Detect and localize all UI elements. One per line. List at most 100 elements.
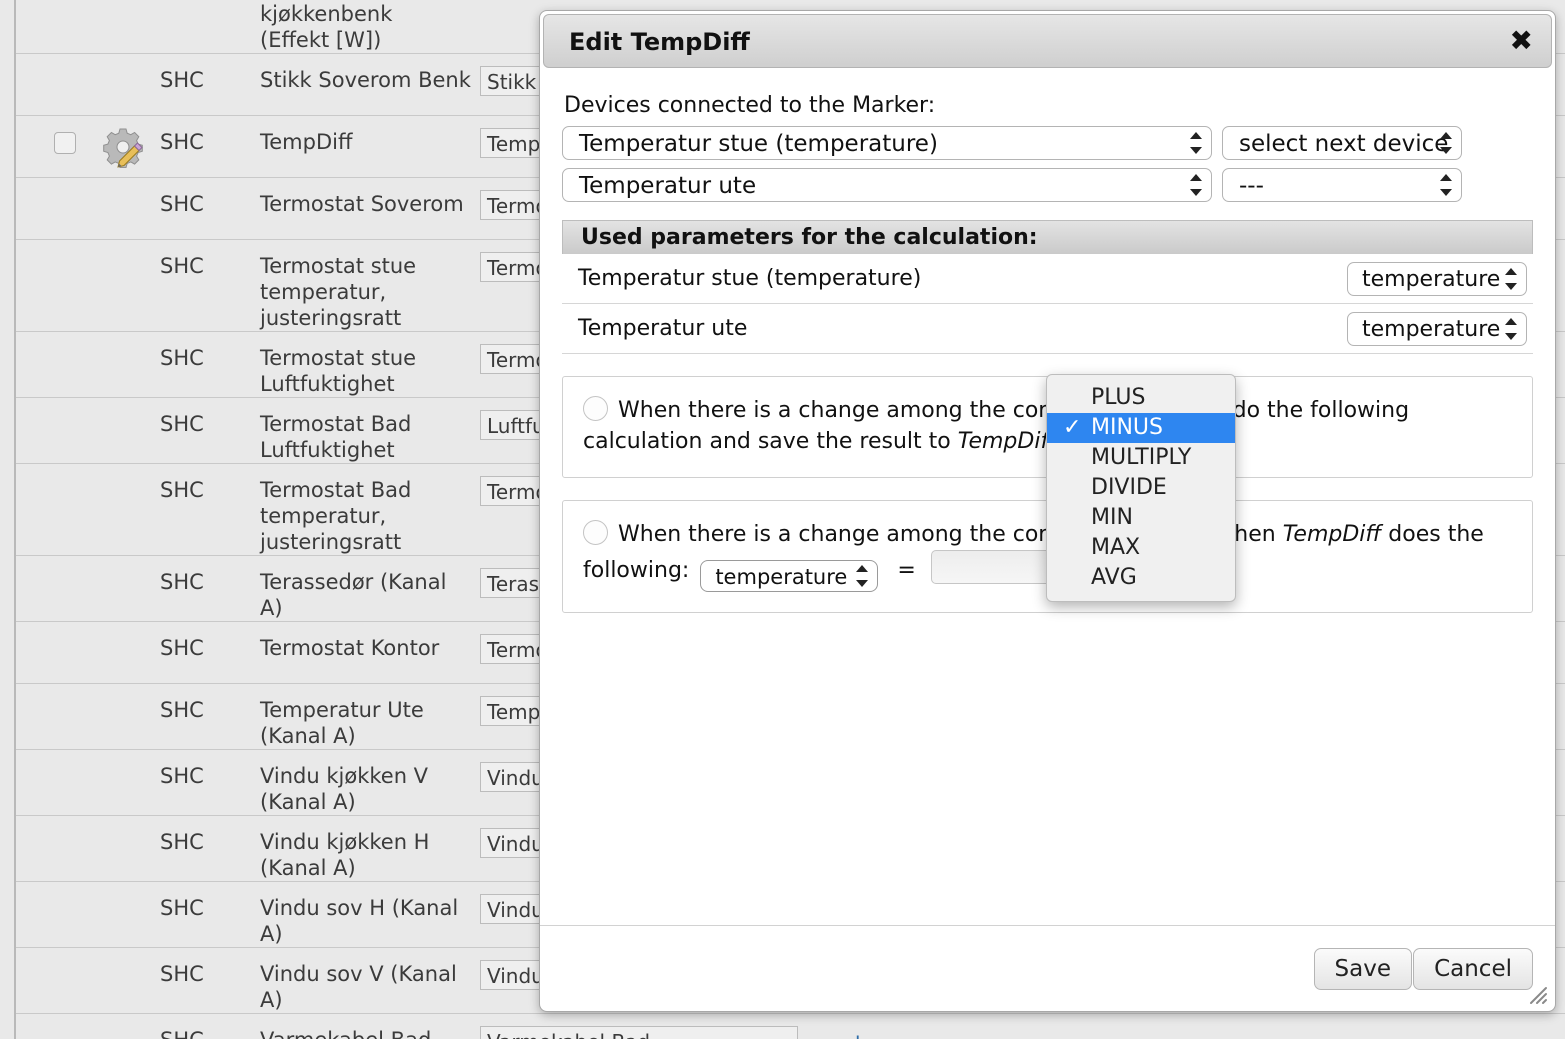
calculation-text-b: do the following xyxy=(1232,398,1410,423)
row-checkbox[interactable] xyxy=(54,132,76,154)
row-type: SHC xyxy=(160,412,204,436)
next-device-select-2[interactable]: --- xyxy=(1222,168,1462,202)
updown-arrows-icon xyxy=(1440,132,1452,154)
row-checkbox-cell xyxy=(16,684,94,700)
param-select-1-value: temperature xyxy=(1362,266,1501,292)
row-name: Termostat Bad temperatur, justeringsratt xyxy=(260,478,412,554)
used-parameters-header: Used parameters for the calculation: xyxy=(562,220,1533,254)
row-type: SHC xyxy=(160,254,204,278)
row-icon-cell xyxy=(94,398,156,408)
row-icon-cell xyxy=(94,54,156,64)
operator-menu-item[interactable]: MIN xyxy=(1047,503,1235,533)
device-select-1-value: Temperatur stue (temperature) xyxy=(579,131,938,157)
param-name-1: Temperatur stue (temperature) xyxy=(578,266,922,291)
row-name: Termostat Kontor xyxy=(260,636,440,660)
row-name: Varmekabel Bad xyxy=(260,1014,480,1039)
row-name: Termostat Soverom xyxy=(260,192,464,216)
row-name: Vindu kjøkken V (Kanal A) xyxy=(260,764,429,814)
setvalue-param-value: temperature xyxy=(715,565,848,589)
updown-arrows-icon xyxy=(1505,267,1517,290)
row-checkbox-cell xyxy=(16,556,94,572)
row-icon-cell xyxy=(94,556,156,566)
operator-dropdown-menu[interactable]: PLUS ✓ MINUS MULTIPLY DIVIDE MIN MAX AVG xyxy=(1046,374,1236,602)
operator-menu-item-label: MINUS xyxy=(1091,415,1163,440)
row-checkbox-cell xyxy=(16,332,94,348)
operator-menu-item[interactable]: AVG xyxy=(1047,563,1235,593)
next-device-select-1-value: select next device xyxy=(1239,131,1449,157)
row-type: SHC xyxy=(160,636,204,660)
operator-menu-item[interactable]: MAX xyxy=(1047,533,1235,563)
operator-menu-item[interactable]: DIVIDE xyxy=(1047,473,1235,503)
row-checkbox-cell xyxy=(16,464,94,480)
row-type: SHC xyxy=(160,962,204,986)
dialog-footer: Save Cancel xyxy=(540,925,1555,1011)
row-type: SHC xyxy=(160,68,204,92)
row-type: SHC xyxy=(160,896,204,920)
row-checkbox-cell xyxy=(16,882,94,898)
resize-grip-icon[interactable] xyxy=(1527,984,1549,1006)
row-name: Stikk Soverom Benk xyxy=(260,68,471,92)
save-button[interactable]: Save xyxy=(1313,948,1412,990)
row-icon-cell xyxy=(94,178,156,188)
row-name: Vindu kjøkken H (Kanal A) xyxy=(260,830,430,880)
row-icon-cell xyxy=(94,882,156,892)
param-row-2: Temperatur ute temperature xyxy=(562,304,1533,354)
device-select-2[interactable]: Temperatur ute xyxy=(562,168,1212,202)
row-action-cell: change xyxy=(818,1014,1565,1039)
row-name: Terassedør (Kanal A) xyxy=(260,570,447,620)
row-checkbox-cell xyxy=(16,178,94,194)
row-icon-cell xyxy=(94,1014,156,1024)
row-type: SHC xyxy=(160,192,204,216)
operator-menu-item[interactable]: PLUS xyxy=(1047,383,1235,413)
row-checkbox-cell xyxy=(16,622,94,638)
equals-sign: = xyxy=(897,558,916,583)
row-checkbox-cell xyxy=(16,1014,94,1030)
calculation-marker-name: TempDiff xyxy=(957,429,1057,454)
row-type: SHC xyxy=(156,1014,260,1039)
dialog-title: Edit TempDiff xyxy=(569,28,750,56)
row-name: Termostat stue temperatur, justeringsrat… xyxy=(260,254,417,330)
gear-pencil-icon[interactable] xyxy=(102,126,148,168)
row-icon-cell xyxy=(94,622,156,632)
check-icon: ✓ xyxy=(1063,415,1082,440)
cancel-button[interactable]: Cancel xyxy=(1413,948,1533,990)
param-select-2-value: temperature xyxy=(1362,316,1501,342)
updown-arrows-icon xyxy=(1190,132,1202,154)
set-value-action-radio[interactable] xyxy=(583,520,608,545)
row-input-cell: Varmekabel Bad xyxy=(480,1014,798,1039)
updown-arrows-icon xyxy=(1440,174,1452,196)
next-device-select-2-value: --- xyxy=(1239,173,1264,199)
operator-menu-item[interactable]: MULTIPLY xyxy=(1047,443,1235,473)
row-checkbox-cell xyxy=(16,240,94,256)
row-icon-cell xyxy=(94,240,156,250)
page-left-rail xyxy=(0,0,16,1039)
setvalue-param-select[interactable]: temperature xyxy=(700,560,879,592)
device-select-2-value: Temperatur ute xyxy=(579,173,757,199)
param-row-1: Temperatur stue (temperature) temperatur… xyxy=(562,254,1533,304)
row-checkbox-cell xyxy=(16,816,94,832)
row-name-input[interactable]: Varmekabel Bad xyxy=(480,1026,798,1039)
row-change-link[interactable]: change xyxy=(844,1032,918,1039)
row-name: Termostat stue Luftfuktighet xyxy=(260,346,417,396)
operator-menu-item[interactable]: ✓ MINUS xyxy=(1047,413,1235,443)
setvalue-marker-name: TempDiff xyxy=(1282,522,1382,547)
row-type: SHC xyxy=(160,346,204,370)
row-name: kjøkkenbenk (Effekt [W]) xyxy=(260,2,393,52)
close-icon[interactable]: ✖ xyxy=(1510,27,1533,55)
calculation-action-radio[interactable] xyxy=(583,396,608,421)
param-select-1[interactable]: temperature xyxy=(1347,261,1527,296)
operator-menu-item-label: AVG xyxy=(1091,565,1137,590)
device-row-1: Temperatur stue (temperature) select nex… xyxy=(562,126,1533,160)
setvalue-text-b: does the xyxy=(1381,522,1484,547)
next-device-select-1[interactable]: select next device xyxy=(1222,126,1462,160)
param-select-2[interactable]: temperature xyxy=(1347,311,1527,346)
device-select-1[interactable]: Temperatur stue (temperature) xyxy=(562,126,1212,160)
row-type: SHC xyxy=(160,130,204,154)
row-select-cell xyxy=(798,1014,818,1026)
row-checkbox-cell xyxy=(16,948,94,964)
row-icon-cell xyxy=(94,948,156,958)
operator-menu-item-label: MIN xyxy=(1091,505,1133,530)
row-checkbox-cell xyxy=(16,54,94,70)
param-name-2: Temperatur ute xyxy=(578,316,748,341)
row-icon-cell xyxy=(94,816,156,826)
